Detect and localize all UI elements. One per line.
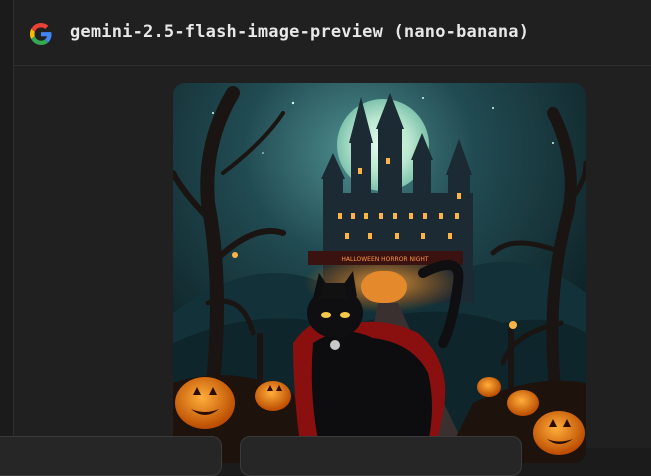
generated-image[interactable]: HALLOWEEN HORROR NIGHT xyxy=(173,83,586,463)
response-card-left[interactable] xyxy=(0,436,222,476)
model-header: gemini-2.5-flash-image-preview (nano-ban… xyxy=(13,0,651,66)
halloween-cat-castle-illustration: HALLOWEEN HORROR NIGHT xyxy=(173,83,586,463)
castle-banner-text: HALLOWEEN HORROR NIGHT xyxy=(341,256,429,263)
model-title: gemini-2.5-flash-image-preview (nano-ban… xyxy=(70,22,530,42)
response-card-right[interactable] xyxy=(240,436,522,476)
google-g-icon xyxy=(30,23,52,45)
